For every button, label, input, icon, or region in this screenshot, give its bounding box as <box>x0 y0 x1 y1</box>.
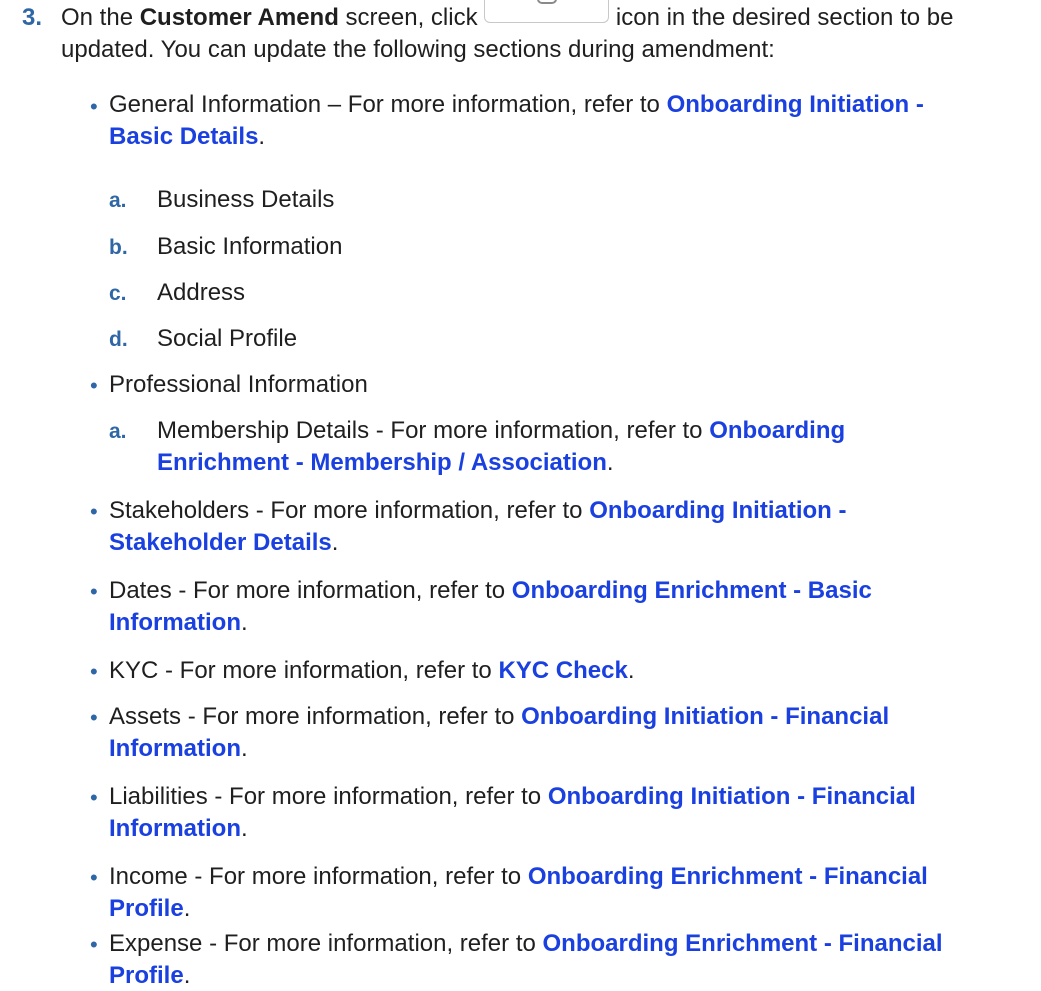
doc-link[interactable]: Onboarding Enrichment - Financial <box>543 930 943 957</box>
list-item-text: General Information – For more informati… <box>109 91 667 118</box>
step-number: 3. <box>22 4 43 31</box>
list-item-tail: . <box>241 609 248 636</box>
step-intro-text: icon in the desired section to be <box>609 4 954 31</box>
pencil-icon <box>537 0 558 4</box>
list-item-tail: . <box>606 449 614 476</box>
list-item-tail: . <box>183 895 191 922</box>
sub-list-item: Membership Details - For more informatio… <box>157 415 1017 479</box>
doc-link[interactable]: Basic Details <box>109 123 258 150</box>
sub-list-letter: d. <box>109 328 128 351</box>
doc-link[interactable]: KYC Check <box>498 657 627 684</box>
list-item-text: Income - For more information, refer to <box>109 863 528 890</box>
list-item: Dates - For more information, refer to O… <box>109 575 1009 639</box>
sub-list-item: Business Details <box>157 186 335 213</box>
document-page: 3. On the Customer Amend screen, click i… <box>0 0 1041 991</box>
doc-link[interactable]: Enrichment - Membership / Association <box>157 449 607 476</box>
list-item-tail: . <box>241 815 248 842</box>
step-intro-text: screen, click <box>338 4 485 31</box>
sub-list-letter: a. <box>109 189 127 212</box>
list-bullet: • <box>90 94 98 119</box>
sub-list-letter: b. <box>109 236 128 259</box>
doc-link[interactable]: Stakeholder Details <box>109 529 332 556</box>
doc-link[interactable]: Profile <box>109 895 184 922</box>
list-item-text: KYC - For more information, refer to <box>109 657 499 684</box>
doc-link[interactable]: Onboarding Initiation - Financial <box>548 783 916 810</box>
step-intro-text: updated. You can update the following se… <box>61 36 775 63</box>
list-item: General Information – For more informati… <box>109 89 1009 153</box>
doc-link[interactable]: Information <box>109 735 241 762</box>
list-item-tail: . <box>241 735 248 762</box>
list-item: Expense - For more information, refer to… <box>109 928 1009 991</box>
doc-link[interactable]: Onboarding Enrichment - Financial <box>528 863 928 890</box>
edit-icon <box>484 0 610 23</box>
sub-list-item-text: Membership Details - For more informatio… <box>157 417 710 444</box>
list-item-tail: . <box>331 529 339 556</box>
doc-link[interactable]: Information <box>109 609 241 636</box>
list-item: Liabilities - For more information, refe… <box>109 781 1009 845</box>
doc-link[interactable]: Onboarding Enrichment - Basic <box>512 577 872 604</box>
list-item-text: Dates - For more information, refer to <box>109 577 512 604</box>
list-item: Assets - For more information, refer to … <box>109 701 1009 765</box>
doc-link[interactable]: Onboarding Initiation - Financial <box>521 703 889 730</box>
list-item-tail: . <box>258 123 266 150</box>
doc-link[interactable]: Profile <box>109 962 184 989</box>
list-item: Stakeholders - For more information, ref… <box>109 495 1009 559</box>
sub-list-item: Social Profile <box>157 325 298 352</box>
screen-name: Customer Amend <box>139 4 339 31</box>
list-item-text: Assets - For more information, refer to <box>109 703 522 730</box>
list-bullet: • <box>90 865 98 890</box>
list-item-tail: . <box>627 657 635 684</box>
step-instruction: On the Customer Amend screen, click icon… <box>61 0 1011 66</box>
list-bullet: • <box>90 785 98 810</box>
list-bullet: • <box>90 705 98 730</box>
list-bullet: • <box>90 659 98 684</box>
list-bullet: • <box>90 932 98 957</box>
list-item-tail: . <box>183 962 191 989</box>
list-bullet: • <box>90 499 98 524</box>
doc-link[interactable]: Information <box>109 815 241 842</box>
doc-link[interactable]: Onboarding Initiation - <box>667 91 924 118</box>
step-intro-text: On the <box>61 4 140 31</box>
list-item-text: Liabilities - For more information, refe… <box>109 783 548 810</box>
sub-list-letter: a. <box>109 420 127 443</box>
list-item: Professional Information <box>109 371 368 398</box>
doc-link[interactable]: Onboarding Initiation - <box>589 497 846 524</box>
list-item-text: Stakeholders - For more information, ref… <box>109 497 590 524</box>
doc-link[interactable]: Onboarding <box>709 417 845 444</box>
list-bullet: • <box>90 579 98 604</box>
list-bullet: • <box>90 373 98 398</box>
list-item: Income - For more information, refer to … <box>109 861 1009 925</box>
list-item-text: Expense - For more information, refer to <box>109 930 543 957</box>
sub-list-letter: c. <box>109 282 127 305</box>
sub-list-item: Basic Information <box>157 233 343 260</box>
list-item: KYC - For more information, refer to KYC… <box>109 655 1009 687</box>
sub-list-item: Address <box>157 279 246 306</box>
